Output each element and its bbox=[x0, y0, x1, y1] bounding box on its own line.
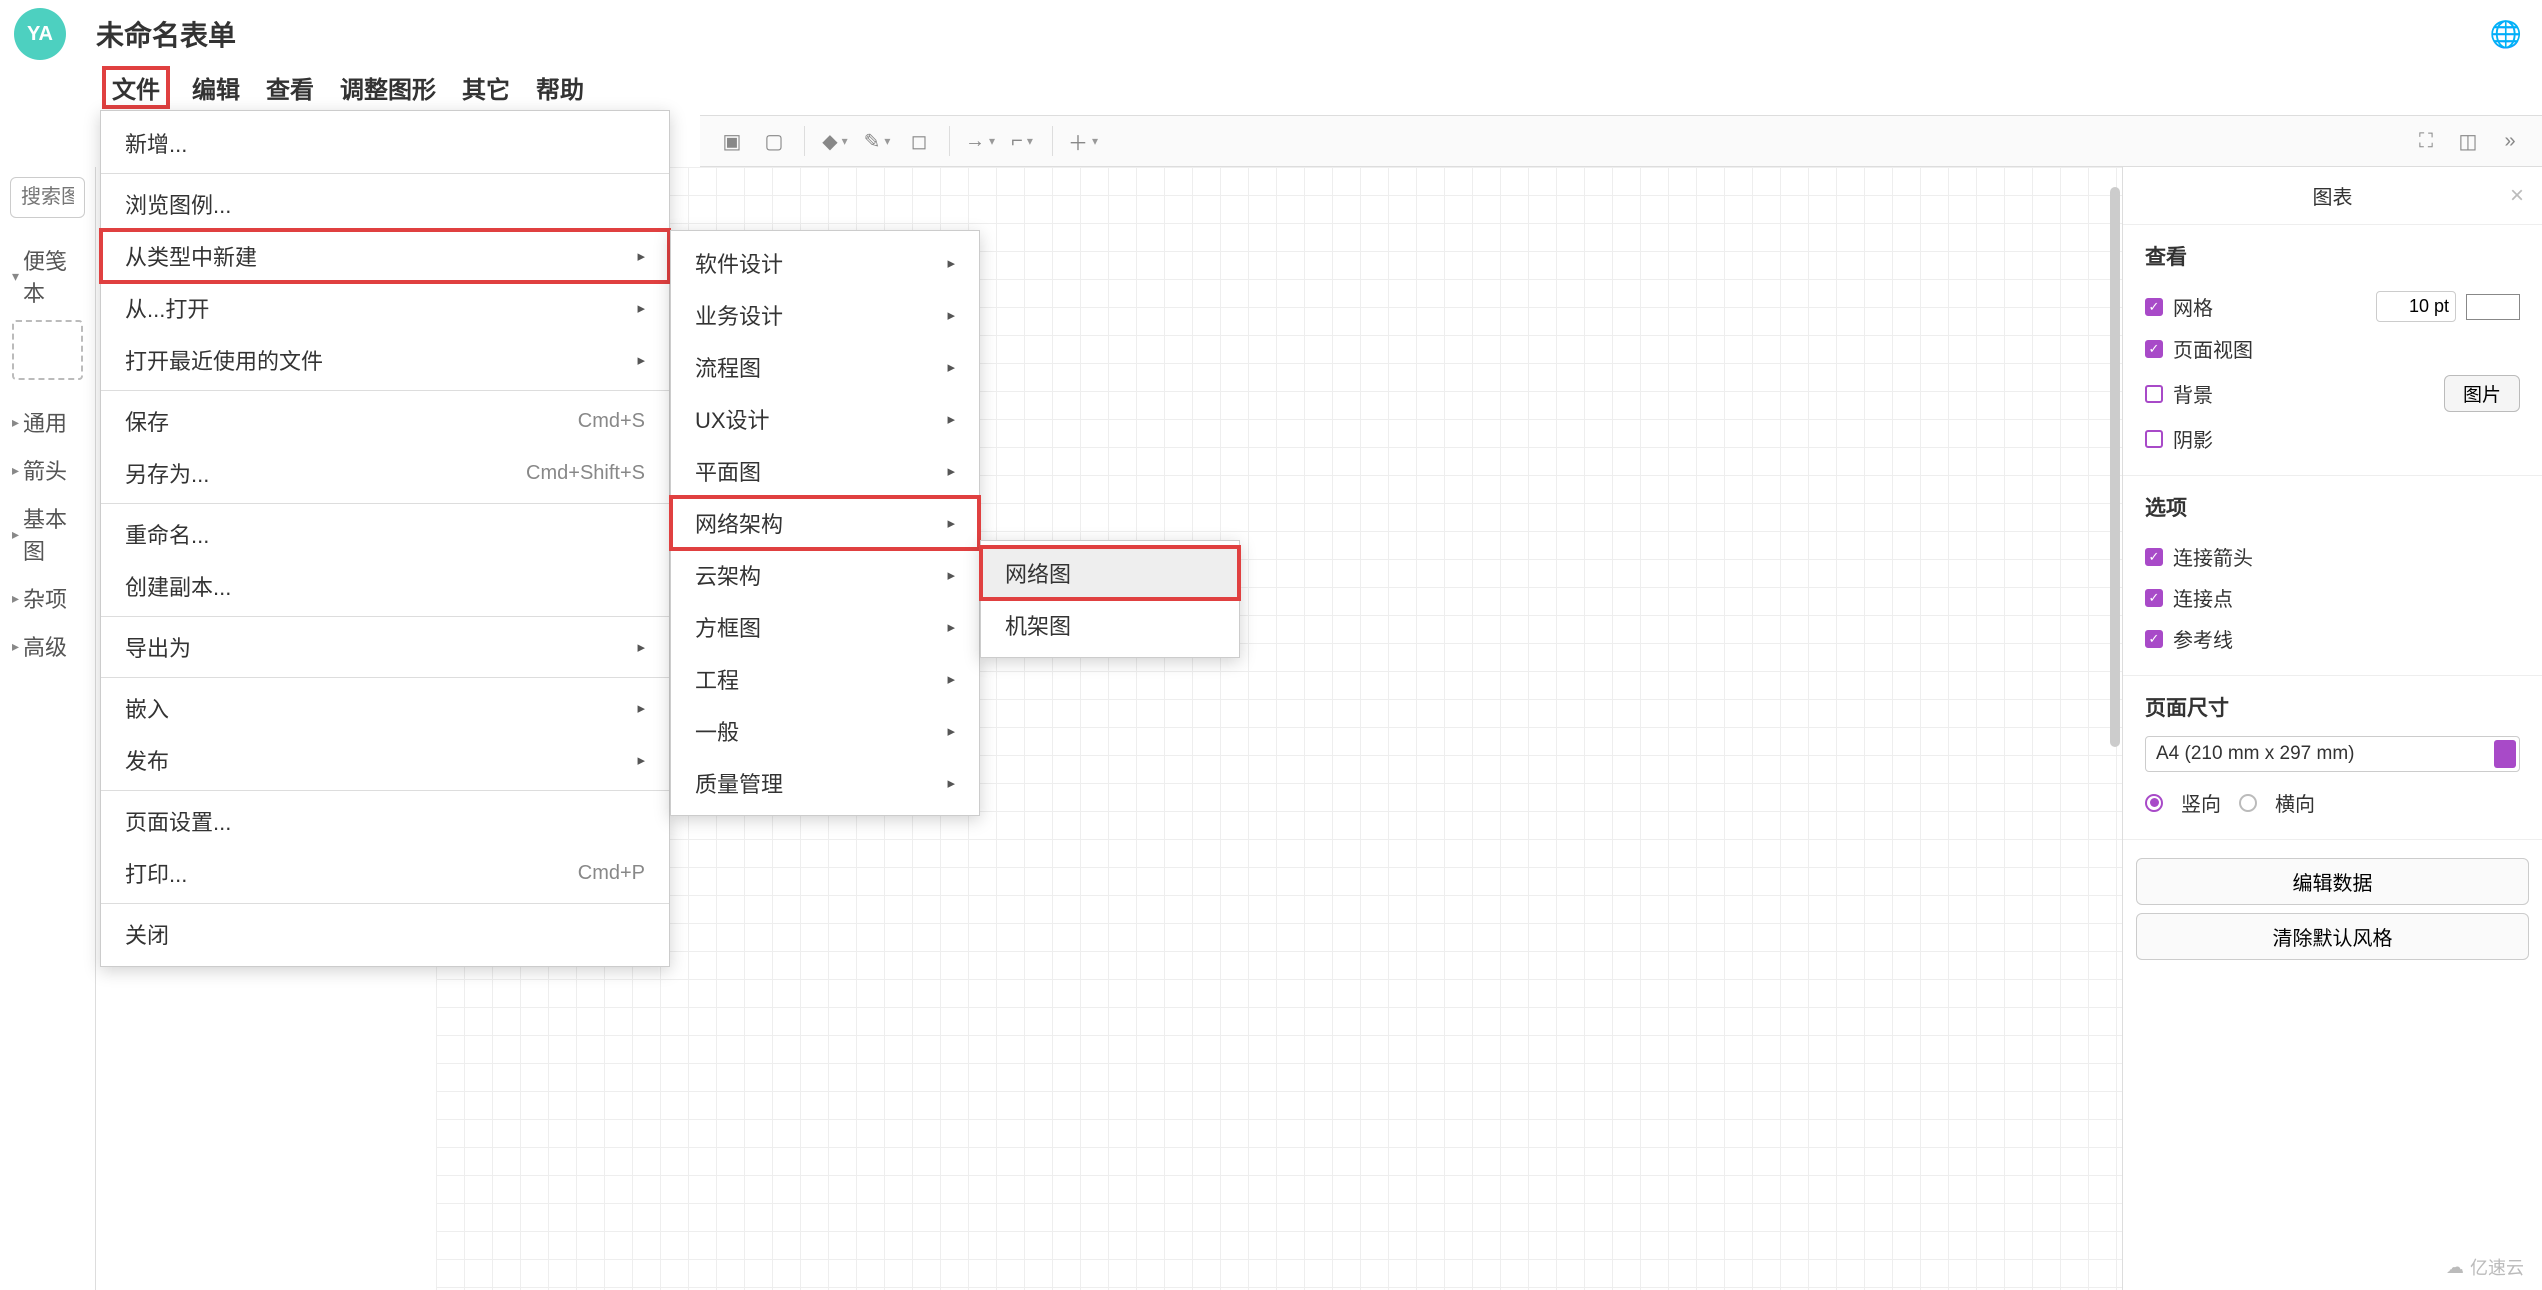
file-menu-item[interactable]: 从类型中新建 bbox=[101, 230, 669, 282]
sidebar-section-basic[interactable]: ▸基本图 bbox=[0, 494, 95, 574]
template-category-item[interactable]: 流程图 bbox=[671, 341, 979, 393]
file-menu-item[interactable]: 新增... bbox=[101, 117, 669, 169]
file-menu-panel: 新增... 浏览图例...从类型中新建从...打开打开最近使用的文件保存Cmd+S… bbox=[100, 110, 670, 967]
menu-edit[interactable]: 编辑 bbox=[192, 70, 240, 105]
panel-pagesize-heading: 页面尺寸 bbox=[2145, 692, 2520, 722]
sidebar-section-scratchpad[interactable]: ▾便笺本 bbox=[0, 236, 95, 316]
grid-checkbox[interactable]: ✓ bbox=[2145, 298, 2163, 316]
grid-color-swatch[interactable] bbox=[2466, 294, 2520, 320]
conn-points-label: 连接点 bbox=[2173, 583, 2233, 612]
new-from-template-submenu: 软件设计业务设计流程图UX设计平面图网络架构云架构方框图工程一般质量管理 bbox=[670, 230, 980, 816]
page-size-select[interactable]: A4 (210 mm x 297 mm) bbox=[2145, 736, 2520, 772]
format-panel-icon[interactable]: ◫ bbox=[2448, 123, 2488, 159]
canvas-scrollbar[interactable] bbox=[2110, 187, 2120, 747]
menu-file[interactable]: 文件 bbox=[106, 70, 166, 105]
add-button[interactable]: ＋ bbox=[1063, 123, 1103, 159]
file-menu-item[interactable]: 发布 bbox=[101, 734, 669, 786]
panel-view-heading: 查看 bbox=[2145, 241, 2520, 271]
file-menu-item[interactable]: 创建副本... bbox=[101, 560, 669, 612]
file-menu-item[interactable]: 浏览图例... bbox=[101, 178, 669, 230]
file-menu-item[interactable]: 保存Cmd+S bbox=[101, 395, 669, 447]
shadow-label: 阴影 bbox=[2173, 424, 2213, 453]
pageview-label: 页面视图 bbox=[2173, 334, 2253, 363]
panel-close-icon[interactable]: × bbox=[2510, 182, 2524, 210]
shadow-button[interactable]: ◻ bbox=[899, 123, 939, 159]
template-category-item[interactable]: 平面图 bbox=[671, 445, 979, 497]
sidebar-section-arrows[interactable]: ▸箭头 bbox=[0, 446, 95, 494]
template-category-item[interactable]: 软件设计 bbox=[671, 237, 979, 289]
file-menu-item[interactable]: 从...打开 bbox=[101, 282, 669, 334]
network-submenu: 网络图机架图 bbox=[980, 540, 1240, 658]
file-menu-item[interactable]: 嵌入 bbox=[101, 682, 669, 734]
menu-view[interactable]: 查看 bbox=[266, 70, 314, 105]
watermark-icon: ☁ bbox=[2446, 1257, 2464, 1278]
file-menu-item[interactable]: 页面设置... bbox=[101, 795, 669, 847]
conn-arrows-label: 连接箭头 bbox=[2173, 542, 2253, 571]
orientation-portrait-label: 竖向 bbox=[2181, 788, 2221, 817]
sidebar-section-general[interactable]: ▸通用 bbox=[0, 398, 95, 446]
fill-color-button[interactable]: ◆ bbox=[815, 123, 855, 159]
file-menu-item[interactable]: 打印...Cmd+P bbox=[101, 847, 669, 899]
file-menu-item[interactable]: 导出为 bbox=[101, 621, 669, 673]
search-input[interactable] bbox=[10, 177, 85, 218]
clear-style-button[interactable]: 清除默认风格 bbox=[2136, 913, 2530, 960]
menu-arrange[interactable]: 调整图形 bbox=[340, 70, 436, 105]
pageview-checkbox[interactable]: ✓ bbox=[2145, 340, 2163, 358]
to-back-button[interactable]: ▢ bbox=[754, 123, 794, 159]
background-image-button[interactable]: 图片 bbox=[2444, 375, 2520, 412]
template-category-item[interactable]: UX设计 bbox=[671, 393, 979, 445]
avatar[interactable]: YA bbox=[14, 8, 66, 60]
guides-label: 参考线 bbox=[2173, 624, 2233, 653]
file-menu-item[interactable]: 打开最近使用的文件 bbox=[101, 334, 669, 386]
grid-label: 网格 bbox=[2173, 292, 2366, 321]
scratchpad-thumb[interactable] bbox=[12, 320, 83, 380]
panel-tab-diagram[interactable]: 图表 bbox=[2313, 181, 2353, 210]
menubar: 文件 编辑 查看 调整图形 其它 帮助 bbox=[0, 64, 2542, 115]
template-category-item[interactable]: 质量管理 bbox=[671, 757, 979, 809]
template-category-item[interactable]: 工程 bbox=[671, 653, 979, 705]
orientation-landscape-label: 横向 bbox=[2275, 788, 2315, 817]
waypoints-button[interactable]: ⌐ bbox=[1002, 123, 1042, 159]
menu-help[interactable]: 帮助 bbox=[536, 70, 584, 105]
template-category-item[interactable]: 网络架构 bbox=[671, 497, 979, 549]
collapse-icon[interactable]: » bbox=[2490, 123, 2530, 159]
conn-points-checkbox[interactable]: ✓ bbox=[2145, 589, 2163, 607]
orientation-landscape-radio[interactable] bbox=[2239, 794, 2257, 812]
file-menu-item[interactable]: 另存为...Cmd+Shift+S bbox=[101, 447, 669, 499]
language-icon[interactable]: 🌐 bbox=[2490, 19, 2522, 50]
background-checkbox[interactable] bbox=[2145, 385, 2163, 403]
conn-arrows-checkbox[interactable]: ✓ bbox=[2145, 548, 2163, 566]
edit-data-button[interactable]: 编辑数据 bbox=[2136, 858, 2530, 905]
orientation-portrait-radio[interactable] bbox=[2145, 794, 2163, 812]
file-menu-item[interactable]: 重命名... bbox=[101, 508, 669, 560]
format-panel: 图表 × 查看 ✓ 网格 ✓ 页面视图 背景 图片 bbox=[2122, 167, 2542, 1290]
shapes-sidebar: ▾便笺本 ▸通用 ▸箭头 ▸基本图 ▸杂项 ▸高级 bbox=[0, 167, 96, 1290]
template-category-item[interactable]: 方框图 bbox=[671, 601, 979, 653]
guides-checkbox[interactable]: ✓ bbox=[2145, 630, 2163, 648]
template-item[interactable]: 网络图 bbox=[981, 547, 1239, 599]
template-item[interactable]: 机架图 bbox=[981, 599, 1239, 651]
sidebar-section-misc[interactable]: ▸杂项 bbox=[0, 574, 95, 622]
template-category-item[interactable]: 云架构 bbox=[671, 549, 979, 601]
menu-extras[interactable]: 其它 bbox=[462, 70, 510, 105]
line-color-button[interactable]: ✎ bbox=[857, 123, 897, 159]
template-category-item[interactable]: 一般 bbox=[671, 705, 979, 757]
panel-options-heading: 选项 bbox=[2145, 492, 2520, 522]
background-label: 背景 bbox=[2173, 379, 2434, 408]
template-category-item[interactable]: 业务设计 bbox=[671, 289, 979, 341]
fullscreen-icon[interactable]: ⛶ bbox=[2406, 123, 2446, 159]
connection-button[interactable]: → bbox=[960, 123, 1000, 159]
document-title[interactable]: 未命名表单 bbox=[96, 14, 2490, 54]
grid-size-input[interactable] bbox=[2376, 291, 2456, 322]
sidebar-section-advanced[interactable]: ▸高级 bbox=[0, 622, 95, 670]
file-menu-item[interactable]: 关闭 bbox=[101, 908, 669, 960]
watermark: ☁ 亿速云 bbox=[2446, 1254, 2524, 1280]
to-front-button[interactable]: ▣ bbox=[712, 123, 752, 159]
shadow-checkbox[interactable] bbox=[2145, 430, 2163, 448]
toolbar: ▣ ▢ ◆ ✎ ◻ → ⌐ ＋ ⛶ ◫ » bbox=[700, 115, 2542, 167]
